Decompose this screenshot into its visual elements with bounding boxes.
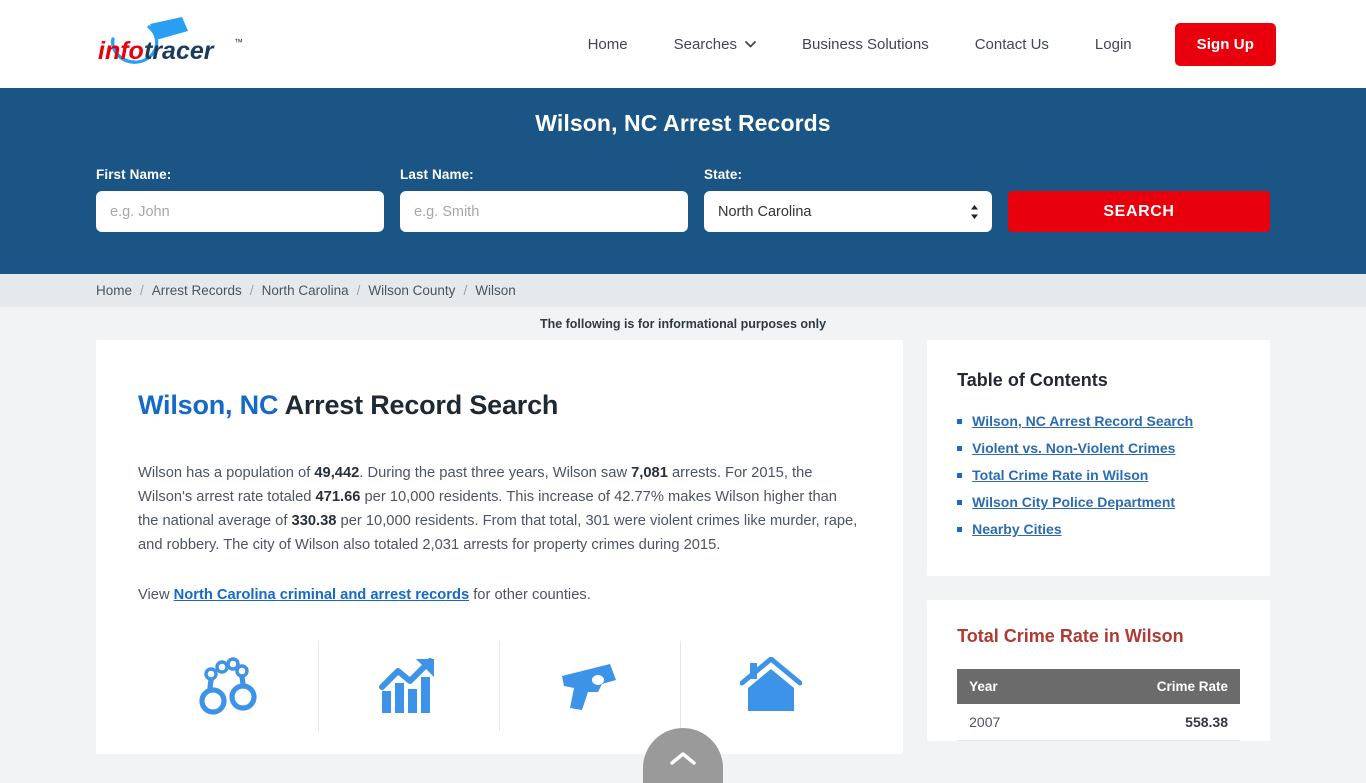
icon-cell-gun[interactable] [499, 641, 680, 731]
icon-cell-growth-chart[interactable] [318, 641, 499, 731]
arrests-value: 7,081 [631, 465, 668, 481]
svg-text:info: info [98, 37, 144, 65]
toc-link[interactable]: Nearby Cities [972, 521, 1061, 537]
nav-item-label: Login [1094, 35, 1132, 53]
state-select[interactable]: North Carolina [704, 191, 992, 232]
bullet-icon [957, 473, 963, 478]
state-field-group: State: North Carolina [704, 167, 992, 232]
infotracer-logo-icon: info tracer ™ [98, 17, 243, 65]
nav-item-label: Home [587, 35, 628, 53]
bullet-icon [957, 500, 963, 505]
last-name-label: Last Name: [400, 167, 474, 182]
national-average-value: 330.38 [291, 513, 337, 529]
breadcrumb-separator: / [356, 283, 361, 298]
north-carolina-records-link[interactable]: North Carolina criminal and arrest recor… [174, 587, 469, 603]
nav-item-contact-us[interactable]: Contact Us [952, 36, 1072, 53]
nav-item-label: Contact Us [974, 35, 1049, 53]
page-title-location: Wilson, NC [138, 390, 279, 420]
table-row: 2007 558.38 [957, 704, 1240, 741]
bullet-icon [957, 446, 963, 451]
sign-up-button[interactable]: Sign Up [1174, 22, 1276, 66]
summary-part-1: Wilson has a population of [138, 465, 315, 481]
arrest-search-form: First Name: Last Name: State: North Caro… [96, 167, 1270, 232]
page-title-rest: Arrest Record Search [278, 390, 559, 420]
icon-cell-house[interactable] [680, 641, 861, 731]
banner-title: Wilson, NC Arrest Records [535, 110, 831, 136]
total-crime-rate-title: Total Crime Rate in Wilson [957, 626, 1184, 646]
bullet-icon [957, 419, 963, 424]
column-header-year: Year [957, 669, 1061, 704]
breadcrumb-item-wilson-county[interactable]: Wilson County [368, 283, 455, 298]
cell-crime-rate: 558.38 [1060, 704, 1240, 741]
first-name-label: First Name: [96, 167, 172, 182]
total-crime-rate-card: Total Crime Rate in Wilson Year Crime Ra… [927, 600, 1270, 741]
category-icon-row [138, 641, 861, 731]
nav-item-label: Searches [673, 35, 737, 53]
search-button[interactable]: SEARCH [1008, 191, 1270, 232]
state-label: State: [704, 167, 743, 182]
sidebar: Table of Contents Wilson, NC Arrest Reco… [927, 340, 1270, 741]
svg-text:tracer: tracer [144, 37, 215, 65]
arrest-rate-value: 471.66 [315, 489, 361, 505]
summary-part-2: . During the past three years, Wilson sa… [359, 465, 632, 481]
nav-item-home[interactable]: Home [565, 36, 651, 53]
toc-link[interactable]: Wilson, NC Arrest Record Search [972, 413, 1193, 429]
growth-chart-icon [378, 657, 440, 715]
toc-item-nearby-cities[interactable]: Nearby Cities [957, 521, 1240, 537]
nav-item-searches[interactable]: Searches [651, 36, 779, 53]
table-of-contents-title: Table of Contents [957, 370, 1108, 390]
column-header-crime-rate: Crime Rate [1060, 669, 1240, 704]
view-prefix: View [138, 587, 174, 603]
gun-icon [558, 658, 622, 714]
toc-item-arrest-record-search[interactable]: Wilson, NC Arrest Record Search [957, 413, 1240, 429]
nav-item-login[interactable]: Login [1072, 36, 1155, 53]
site-logo[interactable]: info tracer ™ [96, 15, 266, 73]
table-of-contents-card: Table of Contents Wilson, NC Arrest Reco… [927, 340, 1270, 576]
table-header-row: Year Crime Rate [957, 669, 1240, 704]
breadcrumb-separator: / [249, 283, 254, 298]
last-name-field-group: Last Name: [400, 167, 688, 232]
main-navigation: Home Searches Business Solutions Contact… [565, 22, 1276, 66]
breadcrumb-separator: / [140, 283, 144, 298]
main-content-card: Wilson, NC Arrest Record Search Wilson h… [96, 340, 904, 754]
informational-notice: The following is for informational purpo… [539, 317, 827, 331]
site-header: info tracer ™ Home Searches Business Sol… [0, 0, 1366, 88]
toc-link[interactable]: Total Crime Rate in Wilson [972, 467, 1148, 483]
breadcrumb-separator: / [463, 283, 468, 298]
toc-item-police-department[interactable]: Wilson City Police Department [957, 494, 1240, 510]
cell-year: 2007 [957, 704, 1061, 741]
breadcrumb-item-home[interactable]: Home [96, 283, 132, 298]
breadcrumb: Home / Arrest Records / North Carolina /… [0, 274, 1366, 307]
summary-paragraph: Wilson has a population of 49,442. Durin… [138, 461, 861, 557]
first-name-field-group: First Name: [96, 167, 384, 232]
nav-item-business-solutions[interactable]: Business Solutions [779, 36, 952, 53]
page-title: Wilson, NC Arrest Record Search [138, 390, 861, 421]
toc-item-total-crime-rate[interactable]: Total Crime Rate in Wilson [957, 467, 1240, 483]
first-name-input[interactable] [96, 191, 384, 232]
table-of-contents-list: Wilson, NC Arrest Record Search Violent … [957, 413, 1240, 537]
toc-item-violent-vs-nonviolent[interactable]: Violent vs. Non-Violent Crimes [957, 440, 1240, 456]
chevron-down-icon [745, 40, 756, 48]
chevron-up-icon [670, 745, 696, 766]
breadcrumb-item-wilson: Wilson [475, 283, 516, 298]
house-icon [740, 657, 803, 715]
last-name-input[interactable] [400, 191, 688, 232]
search-banner: Wilson, NC Arrest Records First Name: La… [0, 88, 1366, 274]
handcuffs-icon [198, 655, 258, 717]
page-layout: Wilson, NC Arrest Record Search Wilson h… [0, 340, 1366, 754]
bullet-icon [957, 527, 963, 532]
breadcrumb-item-north-carolina[interactable]: North Carolina [262, 283, 349, 298]
view-suffix: for other counties. [469, 587, 591, 603]
svg-text:™: ™ [234, 37, 243, 47]
crime-rate-table: Year Crime Rate 2007 558.38 [957, 669, 1240, 741]
toc-link[interactable]: Violent vs. Non-Violent Crimes [972, 440, 1175, 456]
toc-link[interactable]: Wilson City Police Department [972, 494, 1175, 510]
nav-item-label: Business Solutions [801, 35, 929, 53]
view-other-counties-line: View North Carolina criminal and arrest … [138, 583, 861, 607]
icon-cell-handcuffs[interactable] [138, 641, 318, 731]
population-value: 49,442 [314, 465, 360, 481]
breadcrumb-item-arrest-records[interactable]: Arrest Records [152, 283, 242, 298]
